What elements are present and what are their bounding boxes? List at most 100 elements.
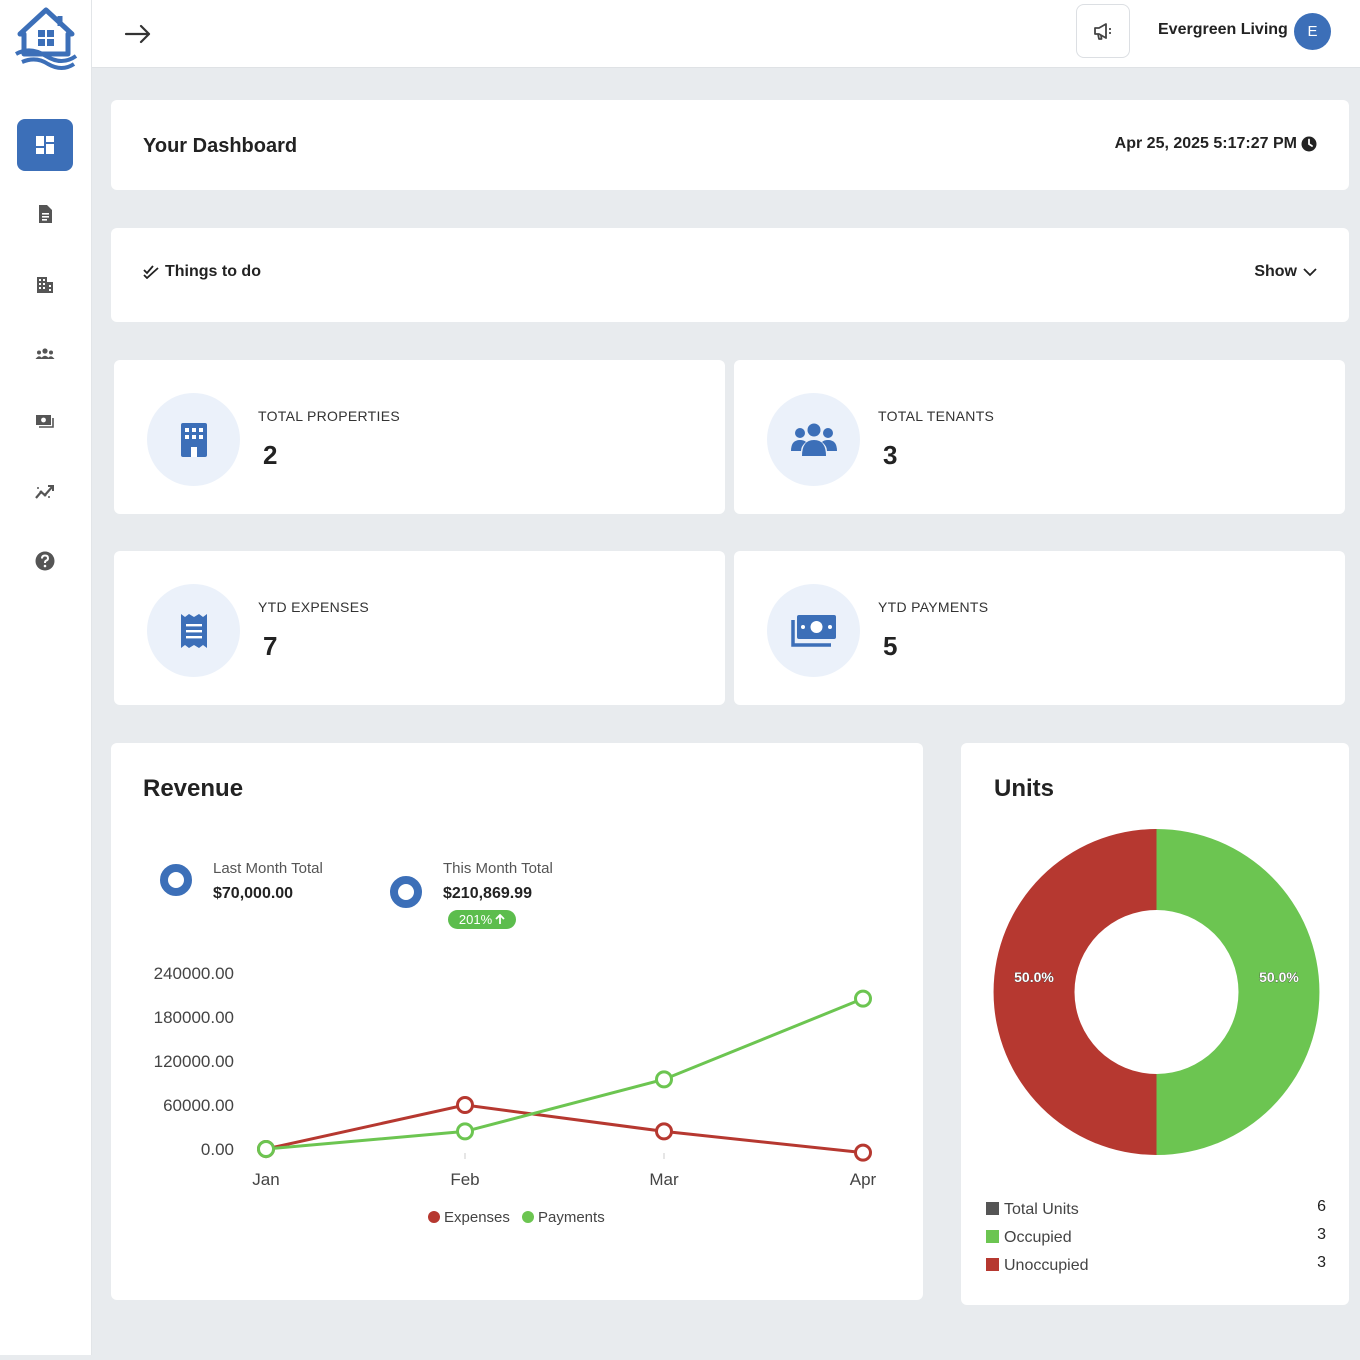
units-card: Units 50.0% 50.0% Total Units 6 Occupied … <box>961 743 1349 1305</box>
receipt-icon <box>180 613 207 648</box>
data-point-expenses[interactable] <box>655 1122 673 1141</box>
units-title: Units <box>994 775 1054 802</box>
top-bar: Evergreen Living E <box>92 0 1360 68</box>
x-tick-label: Mar <box>649 1170 679 1189</box>
this-month-value: $210,869.99 <box>443 885 532 902</box>
dashboard-header-card: Your Dashboard Apr 25, 2025 5:17:27 PM <box>111 100 1349 190</box>
sidebar-item-tenants[interactable] <box>17 328 73 380</box>
stat-label: TOTAL PROPERTIES <box>258 408 400 424</box>
legend-label[interactable]: Expenses <box>444 1209 510 1226</box>
arrow-right-icon[interactable] <box>122 20 154 48</box>
legend-row-total-units: Total Units 6 <box>986 1198 1326 1219</box>
things-to-do-toggle[interactable]: Show <box>1254 263 1317 281</box>
stat-label: YTD EXPENSES <box>258 599 369 615</box>
last-month-label: Last Month Total <box>213 860 323 877</box>
stat-card-ytd-payments[interactable]: YTD PAYMENTS 5 <box>734 551 1345 705</box>
arrow-up-icon <box>495 914 505 924</box>
revenue-line-chart: 240000.00180000.00120000.0060000.000.00 … <box>154 964 877 1226</box>
legend-swatch <box>986 1202 999 1215</box>
avatar[interactable]: E <box>1294 13 1331 50</box>
donut-slice-label: 50.0% <box>1014 969 1054 985</box>
building-icon <box>37 277 53 293</box>
data-point-payments[interactable] <box>456 1122 474 1141</box>
document-icon <box>39 205 52 223</box>
legend-swatch <box>986 1258 999 1271</box>
stat-icon-circle <box>147 393 240 486</box>
sidebar <box>0 0 92 1355</box>
double-check-icon <box>143 265 159 279</box>
money-icon <box>36 415 54 428</box>
things-to-do-title: Things to do <box>143 263 261 281</box>
series-line-expenses <box>265 1103 864 1155</box>
legend-row-occupied: Occupied 3 <box>986 1226 1326 1247</box>
stat-label: YTD PAYMENTS <box>878 599 989 615</box>
dashboard-icon <box>36 136 54 154</box>
sidebar-item-reports[interactable] <box>17 466 73 518</box>
this-month-indicator-icon <box>390 876 422 908</box>
legend-marker <box>428 1211 440 1223</box>
legend-swatch <box>986 1230 999 1243</box>
stat-label: TOTAL TENANTS <box>878 408 995 424</box>
donut-slice-unoccupied[interactable] <box>993 829 1157 1155</box>
x-tick-label: Jan <box>252 1170 279 1189</box>
money-icon <box>790 614 836 647</box>
legend-label[interactable]: Payments <box>538 1209 605 1226</box>
last-month-value: $70,000.00 <box>213 885 294 902</box>
stat-value: 2 <box>263 440 278 470</box>
building-icon <box>180 422 207 457</box>
clock-icon <box>1301 136 1317 152</box>
data-point-expenses[interactable] <box>854 1143 872 1162</box>
announcements-button[interactable] <box>1076 4 1130 58</box>
chevron-down-icon <box>1303 268 1317 277</box>
this-month-label: This Month Total <box>443 860 553 877</box>
donut-slice-label: 50.0% <box>1259 969 1299 985</box>
revenue-title: Revenue <box>143 775 244 802</box>
sidebar-item-payments[interactable] <box>17 396 73 448</box>
data-point-payments[interactable] <box>257 1140 275 1158</box>
legend-marker <box>522 1211 534 1223</box>
sidebar-item-help[interactable] <box>17 535 73 587</box>
y-tick-label: 60000.00 <box>163 1096 234 1115</box>
stat-card-total-tenants[interactable]: TOTAL TENANTS 3 <box>734 360 1345 514</box>
sidebar-item-documents[interactable] <box>17 188 73 240</box>
megaphone-icon <box>1094 23 1111 40</box>
legend-label: Unoccupied <box>1004 1257 1089 1274</box>
y-tick-label: 120000.00 <box>154 1052 234 1071</box>
change-badge: 201% <box>448 910 516 929</box>
datetime-text: Apr 25, 2025 5:17:27 PM <box>1114 135 1297 152</box>
people-icon <box>790 423 837 456</box>
sidebar-item-dashboard[interactable] <box>17 119 73 171</box>
donut-slice-occupied[interactable] <box>1156 829 1320 1155</box>
things-to-do-card[interactable]: Things to do Show <box>111 228 1349 322</box>
organization-name: Evergreen Living <box>1158 21 1288 38</box>
stat-value: 5 <box>883 631 898 661</box>
sidebar-item-properties[interactable] <box>17 258 73 310</box>
help-icon <box>35 551 55 571</box>
revenue-card: Revenue Last Month Total $70,000.00 This… <box>111 743 923 1300</box>
change-badge-text: 201% <box>458 912 493 927</box>
stat-value: 7 <box>263 631 278 661</box>
units-donut-chart: 50.0% 50.0% <box>993 829 1320 1155</box>
current-datetime: Apr 25, 2025 5:17:27 PM <box>1115 135 1317 153</box>
stat-card-total-properties[interactable]: TOTAL PROPERTIES 2 <box>114 360 725 514</box>
y-tick-label: 180000.00 <box>154 1008 234 1027</box>
legend-row-unoccupied: Unoccupied 3 <box>986 1254 1326 1275</box>
x-tick-label: Feb <box>450 1170 479 1189</box>
legend-count: 3 <box>1317 1254 1326 1271</box>
people-icon <box>35 348 55 359</box>
stat-value: 3 <box>883 440 898 470</box>
x-tick-label: Apr <box>850 1170 877 1189</box>
chart-trend-icon <box>35 485 54 499</box>
stat-card-ytd-expenses[interactable]: YTD EXPENSES 7 <box>114 551 725 705</box>
last-month-indicator-icon <box>160 864 192 896</box>
y-tick-label: 240000.00 <box>154 964 234 983</box>
data-point-expenses[interactable] <box>456 1096 474 1114</box>
y-tick-label: 0.00 <box>201 1140 234 1159</box>
legend-label: Total Units <box>1004 1201 1079 1218</box>
toggle-label: Show <box>1254 263 1297 280</box>
legend-count: 6 <box>1317 1198 1326 1215</box>
data-point-payments[interactable] <box>854 989 872 1008</box>
data-point-payments[interactable] <box>655 1070 673 1089</box>
logo-house-icon[interactable] <box>14 6 78 72</box>
legend-count: 3 <box>1317 1226 1326 1243</box>
